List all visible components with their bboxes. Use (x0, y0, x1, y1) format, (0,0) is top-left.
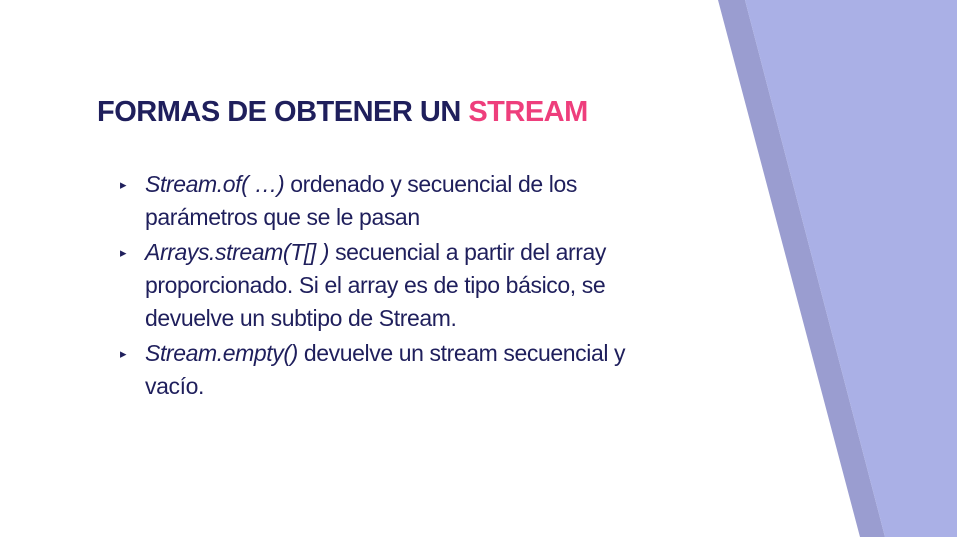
bullet-arrow-icon: ▸ (120, 245, 127, 260)
bullet-item-stream-of: ▸ Stream.of( …) ordenado y secuencial de… (120, 168, 660, 234)
bullet-list: ▸ Stream.of( …) ordenado y secuencial de… (120, 168, 660, 403)
bullet-item-stream-empty: ▸ Stream.empty() devuelve un stream secu… (120, 337, 660, 403)
bullet-arrow-icon: ▸ (120, 177, 127, 192)
bullet-code-text: Stream.empty() (145, 340, 298, 366)
bullet-code-text: Arrays.stream(T[] ) (145, 239, 330, 265)
slide-title-accent: STREAM (468, 96, 588, 128)
slide-title: FORMAS DE OBTENER UN STREAM (97, 96, 588, 129)
bullet-arrow-icon: ▸ (120, 346, 127, 361)
slide: FORMAS DE OBTENER UN STREAM ▸ Stream.of(… (0, 0, 957, 537)
bullet-code-text: Stream.of( …) (145, 171, 285, 197)
slide-title-main: FORMAS DE OBTENER UN (97, 96, 469, 128)
bullet-item-arrays-stream: ▸ Arrays.stream(T[] ) secuencial a parti… (120, 236, 660, 335)
